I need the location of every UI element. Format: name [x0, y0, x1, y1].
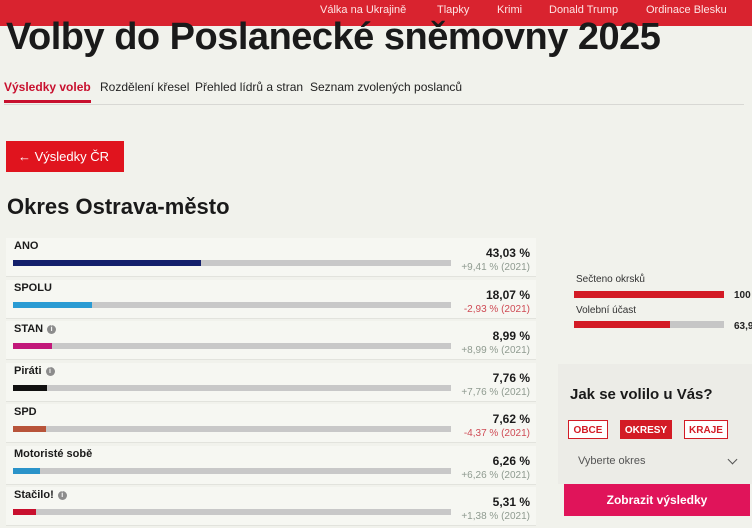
party-name: SPD: [14, 406, 37, 418]
party-name: SPOLU: [14, 282, 52, 294]
tab-elected-mps[interactable]: Seznam zvolených poslanců: [310, 80, 462, 94]
party-change: +8,99 % (2021): [461, 345, 530, 356]
stat-bar-turnout: [574, 321, 724, 328]
party-bar-fill: [13, 343, 52, 349]
party-bar-fill: [13, 385, 47, 391]
district-title: Okres Ostrava-město: [7, 194, 230, 219]
party-row-ano: ANO 43,03 % +9,41 % (2021): [6, 238, 536, 277]
party-change: +9,41 % (2021): [461, 262, 530, 273]
party-percent: 43,03 %: [485, 246, 530, 260]
party-percent: 6,26 %: [492, 454, 530, 468]
local-results-title: Jak se volilo u Vás?: [570, 386, 713, 403]
party-row-pir-ti: Piráti i 7,76 % +7,76 % (2021): [6, 363, 536, 402]
party-bar-track: [13, 343, 451, 349]
stat-value-turnout: 63,9: [734, 321, 752, 332]
party-bar-fill: [13, 302, 92, 308]
party-percent: 7,62 %: [492, 412, 530, 426]
party-name: Motoristé sobě: [14, 448, 92, 460]
district-select-placeholder: Vyberte okres: [578, 455, 646, 467]
party-bar-track: [13, 260, 451, 266]
topnav-item-ukraine[interactable]: Válka na Ukrajině: [320, 4, 406, 16]
party-name: Stačilo! i: [14, 489, 67, 501]
party-bar-fill: [13, 509, 36, 515]
district-select[interactable]: Vyberte okres: [566, 448, 748, 474]
chevron-down-icon: [727, 454, 738, 465]
party-bar-fill: [13, 468, 40, 474]
party-percent: 8,99 %: [492, 329, 530, 343]
topnav-item-ordinace[interactable]: Ordinace Blesku: [646, 4, 727, 16]
topnav-item-krimi[interactable]: Krimi: [497, 4, 522, 16]
party-bar-fill: [13, 260, 201, 266]
info-icon[interactable]: i: [45, 367, 55, 376]
party-percent: 7,76 %: [492, 371, 530, 385]
stat-label-counted: Sečteno okrsků: [576, 274, 645, 285]
back-to-national-results-button[interactable]: ← Výsledky ČR: [6, 141, 124, 172]
party-row-spd: SPD 7,62 % -4,37 % (2021): [6, 404, 536, 443]
party-row-sta-ilo: Stačilo! i 5,31 % +1,38 % (2021): [6, 487, 536, 526]
party-bar-track: [13, 426, 451, 432]
party-name: ANO: [14, 240, 38, 252]
info-icon[interactable]: i: [57, 491, 67, 500]
party-name: STAN i: [14, 323, 57, 335]
party-percent: 18,07 %: [485, 288, 530, 302]
tabs-divider: [4, 104, 744, 105]
stat-bar-counted: [574, 291, 724, 298]
party-change: +1,38 % (2021): [461, 511, 530, 522]
districts-button[interactable]: OKRESY: [620, 420, 672, 439]
party-bar-track: [13, 302, 451, 308]
regions-button[interactable]: KRAJE: [684, 420, 728, 439]
tab-seat-distribution[interactable]: Rozdělení křesel: [100, 80, 189, 94]
stat-fill-turnout: [574, 321, 670, 328]
show-results-button[interactable]: Zobrazit výsledky: [564, 484, 750, 516]
party-change: +7,76 % (2021): [461, 387, 530, 398]
party-bar-track: [13, 468, 451, 474]
page-title: Volby do Poslanecké sněmovny 2025: [6, 16, 661, 58]
party-row-stan: STAN i 8,99 % +8,99 % (2021): [6, 321, 536, 360]
party-name-text: SPOLU: [14, 282, 52, 294]
party-name-text: SPD: [14, 406, 37, 418]
party-bar-fill: [13, 426, 46, 432]
party-percent: 5,31 %: [492, 495, 530, 509]
party-bar-track: [13, 385, 451, 391]
topnav-item-trump[interactable]: Donald Trump: [549, 4, 618, 16]
party-name-text: STAN: [14, 323, 44, 335]
party-name-text: Piráti: [14, 365, 42, 377]
party-bar-track: [13, 509, 451, 515]
tab-results[interactable]: Výsledky voleb: [4, 80, 91, 103]
local-results-panel: Jak se volilo u Vás? OBCE OKRESY KRAJE V…: [558, 364, 752, 484]
party-change: +6,26 % (2021): [461, 470, 530, 481]
party-row-spolu: SPOLU 18,07 % -2,93 % (2021): [6, 280, 536, 319]
party-change: -2,93 % (2021): [463, 304, 530, 315]
municipalities-button[interactable]: OBCE: [568, 420, 608, 439]
party-name-text: Motoristé sobě: [14, 448, 93, 460]
stat-label-turnout: Volební účast: [576, 305, 637, 316]
party-row-motorist-sob: Motoristé sobě 6,26 % +6,26 % (2021): [6, 446, 536, 485]
info-icon[interactable]: i: [47, 325, 57, 334]
topnav-item-tlapky[interactable]: Tlapky: [437, 4, 469, 16]
stat-fill-counted: [574, 291, 724, 298]
tab-leaders-overview[interactable]: Přehled lídrů a stran: [195, 80, 303, 94]
party-name: Piráti i: [14, 365, 55, 377]
stat-value-counted: 100: [734, 290, 751, 301]
party-change: -4,37 % (2021): [463, 428, 530, 439]
party-name-text: Stačilo!: [14, 489, 54, 501]
party-name-text: ANO: [14, 240, 39, 252]
